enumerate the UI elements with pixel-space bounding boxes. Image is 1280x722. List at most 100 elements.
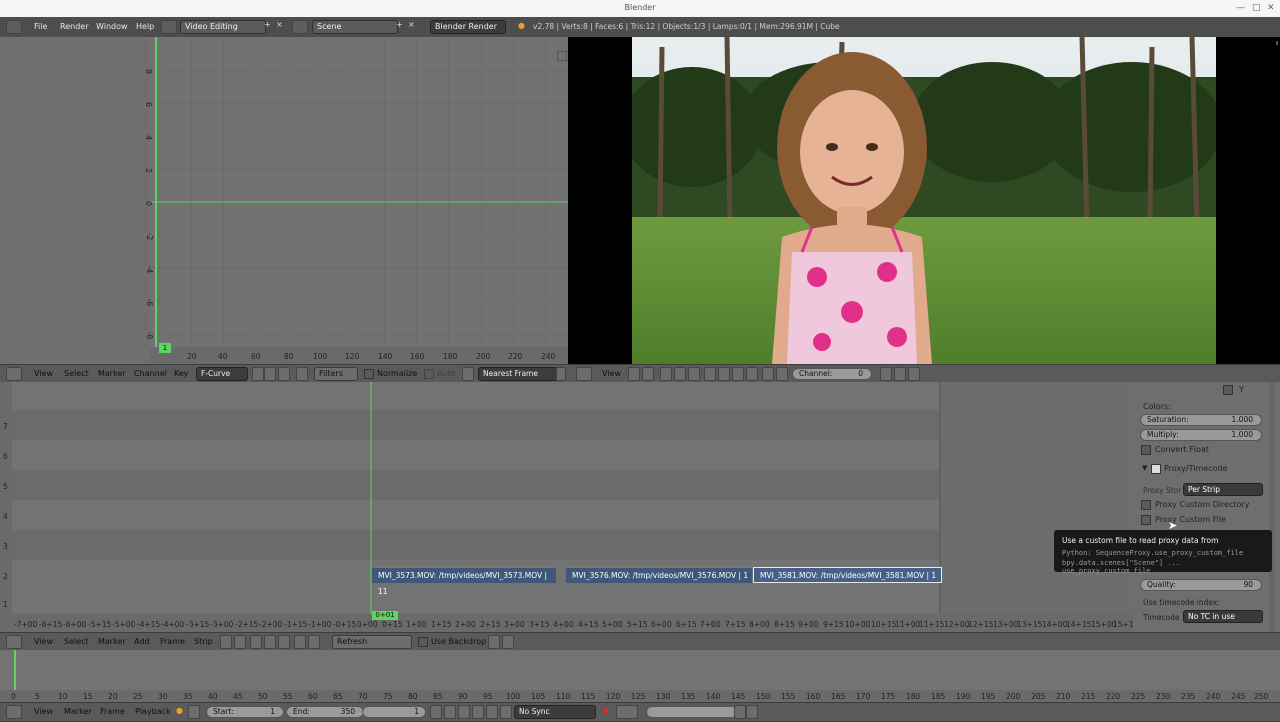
end-frame-field[interactable]: End: 350: [286, 706, 364, 718]
sequencer-filter-icon[interactable]: [308, 635, 320, 649]
seq-menu-select[interactable]: Select: [64, 637, 89, 646]
safe-areas-icon[interactable]: [732, 367, 744, 381]
view-preview-icon[interactable]: [234, 635, 246, 649]
add-scene-icon[interactable]: +: [396, 20, 403, 29]
render-anim-icon[interactable]: [908, 367, 920, 381]
seq-menu-marker[interactable]: Marker: [98, 637, 126, 646]
convert-float-checkbox[interactable]: [1141, 445, 1151, 455]
properties-scrollbar[interactable]: [1269, 382, 1275, 632]
pivot-icon[interactable]: [462, 367, 474, 381]
channel-field[interactable]: Channel: 0: [792, 368, 872, 380]
jump-start-icon[interactable]: [430, 705, 442, 719]
preview-display-icon[interactable]: [628, 367, 640, 381]
preview-range-icon[interactable]: ●: [176, 706, 183, 715]
seq-menu-frame[interactable]: Frame: [160, 637, 185, 646]
sequencer-area[interactable]: 7 6 5 4 3 2 1 MVI_3573.MOV: /tmp/videos/…: [0, 382, 1133, 632]
graph-menu-view[interactable]: View: [34, 369, 53, 378]
lock-range-icon[interactable]: [188, 705, 200, 719]
editor-type-info-icon[interactable]: [6, 20, 22, 34]
auto-checkbox[interactable]: [424, 369, 434, 379]
preview-menu-view[interactable]: View: [602, 369, 621, 378]
scene-field[interactable]: Scene: [312, 20, 398, 34]
next-keyframe-icon[interactable]: [486, 705, 498, 719]
proxy-display-icon[interactable]: [278, 635, 290, 649]
checker-icon[interactable]: [704, 367, 716, 381]
graph-menu-select[interactable]: Select: [64, 369, 89, 378]
seq-menu-strip[interactable]: Strip: [194, 637, 213, 646]
view-sequencer-icon[interactable]: [220, 635, 232, 649]
movie-strip-selected[interactable]: MVI_3581.MOV: /tmp/videos/MVI_3581.MOV |…: [753, 567, 942, 583]
sequencer-search-icon[interactable]: [294, 635, 306, 649]
screen-layout-icon[interactable]: [161, 20, 177, 34]
proxy-custom-dir-checkbox[interactable]: [1141, 500, 1151, 510]
sequencer-current-frame[interactable]: 0+01: [372, 611, 398, 620]
snap-dropdown[interactable]: Nearest Frame: [478, 367, 558, 381]
filters-button[interactable]: Filters: [314, 367, 358, 381]
graph-editor[interactable]: 8 6 4 2 0 -2 -4 -6 -8 1 20 40 60 80 100 …: [0, 37, 568, 364]
close-icon[interactable]: ✕: [1267, 3, 1275, 13]
multiply-field[interactable]: Multiply: 1.000: [1140, 429, 1262, 441]
start-frame-field[interactable]: Start: 1: [206, 706, 284, 718]
channel-g-icon[interactable]: [674, 367, 686, 381]
minimize-icon[interactable]: —: [1236, 3, 1245, 13]
overlay-icon[interactable]: [746, 367, 758, 381]
magnet-icon[interactable]: [556, 367, 566, 381]
editor-type-graph-icon[interactable]: [6, 367, 22, 381]
view-both-icon[interactable]: [250, 635, 262, 649]
lock-icon[interactable]: [880, 367, 892, 381]
editor-type-timeline-icon[interactable]: [6, 705, 22, 719]
keying-set-field[interactable]: [646, 706, 744, 718]
screen-layout-field[interactable]: Video Editing: [180, 20, 266, 34]
refresh-sequencer-button[interactable]: Refresh Sequencer: [332, 635, 412, 658]
search-icon[interactable]: [296, 367, 308, 381]
use-backdrop-checkbox[interactable]: [418, 637, 428, 647]
channel-r-icon[interactable]: [660, 367, 672, 381]
keying-set-icon[interactable]: [616, 705, 638, 719]
maximize-icon[interactable]: □: [1252, 3, 1261, 13]
current-frame-field[interactable]: 1: [362, 706, 426, 718]
backdrop-icon[interactable]: [776, 367, 788, 381]
graph-menu-marker[interactable]: Marker: [98, 369, 126, 378]
hidden-icon[interactable]: [278, 367, 290, 381]
timeline-menu-view[interactable]: View: [34, 707, 53, 716]
menu-help[interactable]: Help: [136, 22, 154, 31]
remove-scene-icon[interactable]: ×: [408, 20, 415, 29]
add-screen-icon[interactable]: +: [264, 20, 271, 29]
play-reverse-icon[interactable]: [458, 705, 470, 719]
menu-render[interactable]: Render: [60, 22, 88, 31]
timeline[interactable]: 0 5 10 15 20 25 30 35 40 45 50 55 60 65 …: [0, 650, 1280, 702]
seq-menu-view[interactable]: View: [34, 637, 53, 646]
delete-keyframe-icon[interactable]: [746, 705, 758, 719]
flip-y-checkbox[interactable]: [1223, 385, 1233, 395]
play-icon[interactable]: [472, 705, 484, 719]
timeline-menu-playback[interactable]: Playback: [135, 707, 171, 716]
menu-file[interactable]: File: [34, 22, 47, 31]
scene-icon[interactable]: [292, 20, 308, 34]
proxy-storage-dropdown[interactable]: Per Strip: [1183, 483, 1263, 496]
prev-keyframe-icon[interactable]: [444, 705, 456, 719]
graph-menu-key[interactable]: Key: [174, 369, 189, 378]
preview-corner-handle[interactable]: [1276, 41, 1278, 45]
proxy-enable-checkbox[interactable]: [1151, 464, 1161, 474]
render-engine-dropdown[interactable]: Blender Render: [430, 20, 506, 34]
display-channels-icon[interactable]: [264, 635, 276, 649]
sequencer-preview[interactable]: [568, 37, 1280, 364]
only-selected-icon[interactable]: [252, 367, 264, 381]
graph-mode-dropdown[interactable]: F-Curve: [196, 367, 248, 381]
menu-window[interactable]: Window: [96, 22, 128, 31]
graph-menu-channel[interactable]: Channel: [134, 369, 167, 378]
timeline-menu-frame[interactable]: Frame: [100, 707, 125, 716]
panel-collapse-icon[interactable]: ▼: [1142, 464, 1147, 472]
channel-b-icon[interactable]: [688, 367, 700, 381]
jump-end-icon[interactable]: [500, 705, 512, 719]
saturation-field[interactable]: Saturation: 1.000: [1140, 414, 1262, 426]
proxy-panel-title[interactable]: Proxy/Timecode: [1164, 464, 1227, 473]
editor-type-sequencer-main-icon[interactable]: [6, 635, 22, 649]
alpha-icon[interactable]: [718, 367, 730, 381]
quality-field[interactable]: Quality: 90: [1140, 579, 1262, 591]
proxy-custom-file-checkbox[interactable]: [1141, 515, 1151, 525]
seq-menu-add[interactable]: Add: [134, 637, 150, 646]
insert-keyframe-icon[interactable]: [734, 705, 746, 719]
ghost-icon[interactable]: [264, 367, 276, 381]
render-icon[interactable]: [894, 367, 906, 381]
